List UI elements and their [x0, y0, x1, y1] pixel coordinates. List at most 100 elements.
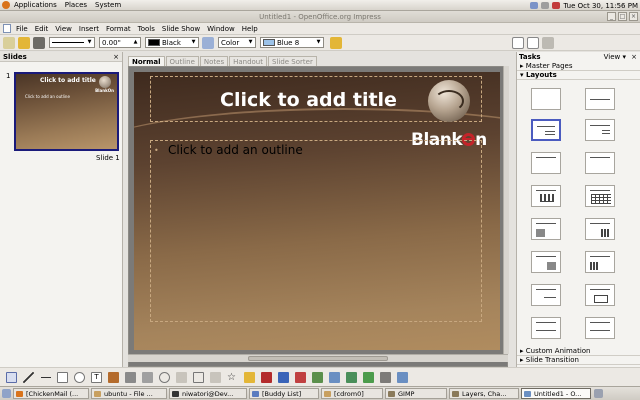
lines-arrows-icon[interactable] — [142, 371, 153, 383]
update-icon[interactable] — [552, 2, 561, 9]
outline-placeholder-box[interactable] — [150, 140, 482, 322]
menu-window[interactable]: Window — [207, 25, 235, 33]
chevron-down-icon[interactable]: ▼ — [247, 39, 254, 46]
network-icon[interactable] — [530, 2, 539, 9]
arrow-style-icon[interactable] — [33, 36, 45, 49]
menu-edit[interactable]: Edit — [35, 25, 49, 33]
menu-file[interactable]: File — [16, 25, 28, 33]
symbol-shapes-icon[interactable] — [176, 371, 187, 383]
layout-title-object-2[interactable] — [585, 284, 615, 306]
slide-canvas[interactable]: Click to add title Blank n • Click to add… — [134, 72, 500, 350]
taskbar-item[interactable]: [ChickenMail (... — [13, 388, 89, 399]
menu-insert[interactable]: Insert — [79, 25, 99, 33]
tab-slide-sorter[interactable]: Slide Sorter — [268, 56, 317, 66]
layout-title-chart[interactable] — [531, 185, 561, 207]
layout-centered-text[interactable] — [585, 152, 615, 174]
connector-icon[interactable] — [125, 371, 136, 383]
layout-title-content-selected[interactable] — [531, 119, 561, 141]
points-icon[interactable] — [244, 371, 255, 383]
line-color-select[interactable]: Black ▼ — [145, 37, 199, 48]
tab-handout[interactable]: Handout — [229, 56, 267, 66]
area-color-select[interactable]: Blue 8 ▼ — [260, 37, 324, 48]
menu-format[interactable]: Format — [106, 25, 131, 33]
ellipse-icon[interactable] — [74, 371, 85, 383]
view-menu[interactable]: View ▾ — [604, 52, 626, 62]
clock[interactable]: Tue Oct 30, 11:56 PM — [563, 2, 638, 10]
section-master-pages[interactable]: ▸ Master Pages — [517, 62, 640, 71]
taskbar-item[interactable]: [cdrom0] — [321, 388, 383, 399]
layout-title-text-chart[interactable] — [585, 218, 615, 240]
line-arrow-icon[interactable] — [40, 371, 51, 383]
rectangle-icon[interactable] — [57, 371, 68, 383]
chevron-down-icon[interactable]: ▲ — [132, 39, 139, 46]
layout-title-text-clipart[interactable] — [531, 251, 561, 273]
menu-places[interactable]: Places — [65, 1, 87, 9]
tab-outline[interactable]: Outline — [165, 56, 199, 66]
curve-icon[interactable] — [108, 371, 119, 383]
section-layouts[interactable]: ▾ Layouts — [517, 71, 640, 80]
flowchart-icon[interactable] — [210, 371, 221, 383]
layout-title-chart-text[interactable] — [585, 251, 615, 273]
text-icon[interactable] — [512, 36, 524, 49]
3d-icon[interactable] — [380, 371, 391, 383]
interaction-icon[interactable] — [397, 371, 408, 383]
taskbar-item[interactable]: GIMP — [385, 388, 447, 399]
workspace-switcher-icon[interactable] — [594, 389, 603, 398]
menu-system[interactable]: System — [95, 1, 121, 9]
taskbar-item-active[interactable]: Untitled1 - O... — [521, 388, 591, 399]
glue-icon[interactable] — [261, 371, 272, 383]
fontwork-icon[interactable] — [527, 36, 539, 49]
vertical-scrollbar[interactable] — [503, 66, 509, 354]
layout-title-only-2[interactable] — [531, 152, 561, 174]
shadow-icon[interactable] — [330, 36, 342, 49]
taskbar-item[interactable]: ubuntu - File ... — [91, 388, 167, 399]
layout-title-object[interactable] — [531, 284, 561, 306]
title-placeholder[interactable]: Click to add title — [220, 89, 397, 111]
stars-icon[interactable]: ☆ — [227, 372, 238, 383]
show-desktop-icon[interactable] — [2, 389, 11, 398]
select-arrow-icon[interactable] — [6, 371, 17, 383]
menu-view[interactable]: View — [55, 25, 72, 33]
area-icon[interactable] — [202, 36, 214, 49]
gallery-icon[interactable] — [312, 371, 323, 383]
tab-notes[interactable]: Notes — [199, 56, 229, 66]
taskbar-item[interactable]: [Buddy List] — [249, 388, 319, 399]
slide-thumbnail[interactable]: Click to add title BlankOn Click to add … — [14, 72, 119, 151]
chevron-down-icon[interactable]: ▼ — [190, 39, 197, 46]
layout-title-objects-text[interactable] — [585, 317, 615, 339]
menu-applications[interactable]: Applications — [14, 1, 57, 9]
arrange-icon[interactable] — [363, 371, 374, 383]
volume-icon[interactable] — [541, 2, 550, 9]
effects-icon[interactable] — [329, 371, 340, 383]
layout-title-clipart-text[interactable] — [531, 218, 561, 240]
style-icon[interactable] — [3, 36, 15, 49]
taskbar-item[interactable]: niwatori@Dev... — [169, 388, 247, 399]
menu-tools[interactable]: Tools — [138, 25, 155, 33]
close-icon[interactable]: × — [113, 52, 119, 62]
window-titlebar[interactable]: Untitled1 - OpenOffice.org Impress _ □ × — [0, 11, 640, 23]
layout-title-only[interactable] — [585, 88, 615, 110]
line-style-select[interactable]: ▼ — [49, 37, 95, 48]
basic-shapes-icon[interactable] — [159, 371, 170, 383]
line-icon[interactable] — [23, 371, 34, 383]
text-tool-icon[interactable]: T — [91, 371, 102, 383]
line-icon[interactable] — [18, 36, 30, 49]
ubuntu-logo-icon[interactable] — [2, 1, 10, 9]
horizontal-scrollbar[interactable] — [128, 354, 508, 362]
close-icon[interactable]: × — [629, 12, 638, 21]
layout-title-2-content[interactable] — [585, 119, 615, 141]
from-file-icon[interactable] — [295, 371, 306, 383]
block-arrows-icon[interactable] — [193, 371, 204, 383]
line-width-field[interactable]: 0.00" ▲ — [99, 37, 141, 48]
chevron-down-icon[interactable]: ▼ — [315, 39, 322, 46]
alignment-icon[interactable] — [346, 371, 357, 383]
layout-title-table[interactable] — [585, 185, 615, 207]
layout-blank[interactable] — [531, 88, 561, 110]
area-style-select[interactable]: Color ▼ — [218, 37, 256, 48]
layout-title-4-objects[interactable] — [531, 317, 561, 339]
callout-icon[interactable] — [542, 36, 554, 49]
section-slide-transition[interactable]: ▸ Slide Transition — [517, 356, 640, 365]
menu-slide-show[interactable]: Slide Show — [162, 25, 200, 33]
fontwork-gallery-icon[interactable] — [278, 371, 289, 383]
outline-placeholder[interactable]: Click to add an outline — [168, 143, 303, 157]
